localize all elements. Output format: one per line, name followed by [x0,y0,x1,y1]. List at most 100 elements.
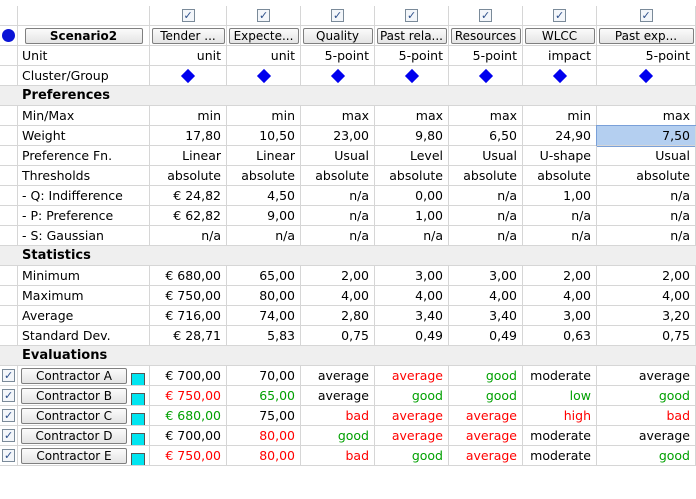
scenario-cell[interactable]: Scenario2 [18,26,150,46]
action-name-cell[interactable]: Contractor A [18,366,150,386]
evaluation-cell[interactable]: moderate [523,446,597,466]
action-button[interactable]: Contractor C [21,408,127,424]
evaluation-cell[interactable]: bad [597,406,696,426]
minmax-cell[interactable]: max [449,106,523,126]
unit-cell[interactable]: unit [227,46,301,66]
cluster-cell[interactable] [150,66,227,86]
action-button[interactable]: Contractor A [21,368,127,384]
minimum-cell[interactable]: 3,00 [375,266,449,286]
std-dev-cell[interactable]: 5,83 [227,326,301,346]
criterion-active-cell[interactable] [523,6,597,26]
q-indifference-cell[interactable]: n/a [301,186,375,206]
weight-cell[interactable]: 23,00 [301,126,375,146]
criterion-button[interactable]: Past rela... [376,28,447,44]
evaluation-cell[interactable]: 65,00 [227,386,301,406]
action-button[interactable]: Contractor E [21,448,127,464]
action-color-swatch[interactable] [131,372,145,385]
evaluation-cell[interactable]: good [597,446,696,466]
action-active-checkbox[interactable] [2,446,15,465]
thresholds-cell[interactable]: absolute [597,166,696,186]
s-gaussian-cell[interactable]: n/a [597,226,696,246]
criterion-header-cell[interactable]: Past exp... [597,26,696,46]
unit-cell[interactable]: 5-point [375,46,449,66]
evaluation-cell[interactable]: 80,00 [227,426,301,446]
minimum-cell[interactable]: 3,00 [449,266,523,286]
unit-cell[interactable]: unit [150,46,227,66]
maximum-cell[interactable]: 4,00 [597,286,696,306]
thresholds-cell[interactable]: absolute [375,166,449,186]
maximum-cell[interactable]: 4,00 [301,286,375,306]
cluster-cell[interactable] [597,66,696,86]
preference-fn-cell[interactable]: Usual [449,146,523,166]
criterion-header-cell[interactable]: Resources [449,26,523,46]
criterion-active-cell[interactable] [227,6,301,26]
maximum-cell[interactable]: € 750,00 [150,286,227,306]
weight-cell[interactable]: 6,50 [449,126,523,146]
preference-fn-cell[interactable]: Usual [597,146,696,166]
minimum-cell[interactable]: € 680,00 [150,266,227,286]
p-preference-cell[interactable]: 1,00 [375,206,449,226]
average-cell[interactable]: 2,80 [301,306,375,326]
evaluation-cell[interactable]: good [449,366,523,386]
thresholds-cell[interactable]: absolute [449,166,523,186]
std-dev-cell[interactable]: 0,49 [375,326,449,346]
p-preference-cell[interactable]: n/a [523,206,597,226]
action-button[interactable]: Contractor D [21,428,127,444]
s-gaussian-cell[interactable]: n/a [375,226,449,246]
evaluation-cell[interactable]: moderate [523,426,597,446]
minimum-cell[interactable]: 2,00 [597,266,696,286]
average-cell[interactable]: € 716,00 [150,306,227,326]
average-cell[interactable]: 3,00 [523,306,597,326]
action-color-swatch[interactable] [131,392,145,405]
action-name-cell[interactable]: Contractor D [18,426,150,446]
evaluation-cell[interactable]: average [449,406,523,426]
q-indifference-cell[interactable]: 0,00 [375,186,449,206]
weight-cell[interactable]: 7,50 [596,125,696,147]
criterion-active-checkbox[interactable] [639,6,653,25]
action-color-swatch[interactable] [131,432,145,445]
maximum-cell[interactable]: 4,00 [523,286,597,306]
weight-cell[interactable]: 24,90 [523,126,597,146]
s-gaussian-cell[interactable]: n/a [150,226,227,246]
criterion-active-checkbox[interactable] [257,6,270,25]
evaluation-cell[interactable]: good [597,386,696,406]
p-preference-cell[interactable]: € 62,82 [150,206,227,226]
evaluation-cell[interactable]: average [301,366,375,386]
thresholds-cell[interactable]: absolute [227,166,301,186]
action-name-cell[interactable]: Contractor E [18,446,150,466]
criterion-active-checkbox[interactable] [405,6,418,25]
criterion-active-checkbox[interactable] [479,6,492,25]
unit-cell[interactable]: 5-point [301,46,375,66]
evaluation-cell[interactable]: bad [301,446,375,466]
criterion-button[interactable]: Past exp... [598,28,694,44]
maximum-cell[interactable]: 80,00 [227,286,301,306]
action-name-cell[interactable]: Contractor B [18,386,150,406]
evaluation-cell[interactable]: good [375,446,449,466]
criterion-active-cell[interactable] [150,6,227,26]
average-cell[interactable]: 3,40 [449,306,523,326]
preference-fn-cell[interactable]: Level [375,146,449,166]
criterion-header-cell[interactable]: WLCC [523,26,597,46]
average-cell[interactable]: 3,20 [597,306,696,326]
action-active-cell[interactable] [0,406,18,426]
p-preference-cell[interactable]: 9,00 [227,206,301,226]
maximum-cell[interactable]: 4,00 [375,286,449,306]
evaluation-cell[interactable]: € 680,00 [150,406,227,426]
minmax-cell[interactable]: min [523,106,597,126]
q-indifference-cell[interactable]: 1,00 [523,186,597,206]
average-cell[interactable]: 3,40 [375,306,449,326]
preference-fn-cell[interactable]: Usual [301,146,375,166]
p-preference-cell[interactable]: n/a [301,206,375,226]
preference-fn-cell[interactable]: Linear [150,146,227,166]
evaluation-cell[interactable]: 70,00 [227,366,301,386]
evaluation-cell[interactable]: average [375,366,449,386]
criterion-active-checkbox[interactable] [553,6,566,25]
action-active-checkbox[interactable] [2,406,15,425]
criterion-button[interactable]: WLCC [524,28,595,44]
s-gaussian-cell[interactable]: n/a [227,226,301,246]
minmax-cell[interactable]: min [150,106,227,126]
evaluation-cell[interactable]: average [597,426,696,446]
action-active-cell[interactable] [0,386,18,406]
action-name-cell[interactable]: Contractor C [18,406,150,426]
criterion-button[interactable]: Resources [450,28,521,44]
